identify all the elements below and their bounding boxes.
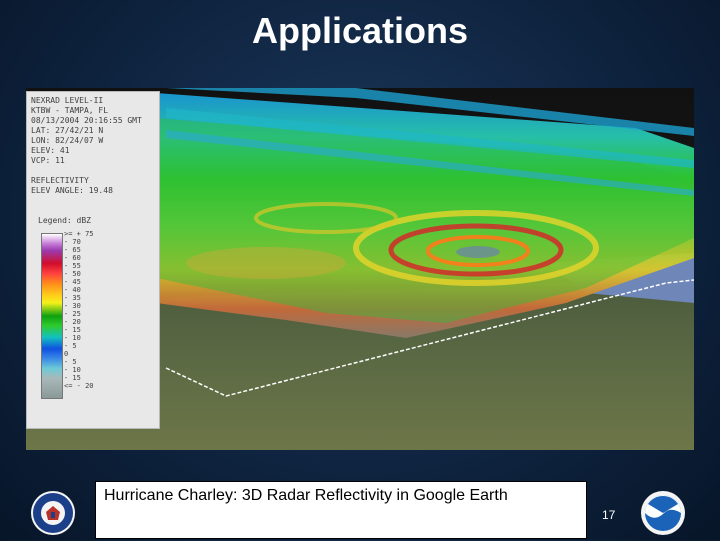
- meta-line: REFLECTIVITY: [31, 176, 89, 185]
- radar-3d-view: NEXRAD LEVEL-II KTBW - TAMPA, FL 08/13/2…: [26, 88, 694, 450]
- legend-tick: - 10: [64, 334, 81, 342]
- meta-line: ELEV: 41: [31, 146, 70, 155]
- legend-tick: - 60: [64, 254, 81, 262]
- meta-line: KTBW - TAMPA, FL: [31, 106, 109, 115]
- legend-tick: - 30: [64, 302, 81, 310]
- legend-tick: - 35: [64, 294, 81, 302]
- meta-line: [31, 166, 142, 176]
- legend-tick: - 40: [64, 286, 81, 294]
- meta-line: ELEV ANGLE: 19.48: [31, 186, 113, 195]
- legend-tick: - 25: [64, 310, 81, 318]
- legend-tick: - 45: [64, 278, 81, 286]
- legend-tick: - 70: [64, 238, 81, 246]
- legend-tick: - 15: [64, 374, 81, 382]
- meta-line: NEXRAD LEVEL-II: [31, 96, 104, 105]
- reflectivity-legend-panel: NEXRAD LEVEL-II KTBW - TAMPA, FL 08/13/2…: [26, 91, 160, 429]
- slide-number: 17: [602, 508, 616, 522]
- meta-line: VCP: 11: [31, 156, 65, 165]
- meta-line: LAT: 27/42/21 N: [31, 126, 104, 135]
- legend-tick: - 15: [64, 326, 81, 334]
- legend-tick: - 50: [64, 270, 81, 278]
- radar-metadata: NEXRAD LEVEL-II KTBW - TAMPA, FL 08/13/2…: [31, 96, 142, 196]
- commerce-seal-logo: [30, 490, 76, 536]
- legend-tick: - 55: [64, 262, 81, 270]
- legend-tick: - 5: [64, 342, 77, 350]
- legend-tick-list: >= + 75 - 70 - 65 - 60 - 55 - 50 - 45 - …: [64, 230, 94, 390]
- legend-tick: - 5: [64, 358, 77, 366]
- meta-line: LON: 82/24/07 W: [31, 136, 104, 145]
- caption-box: Hurricane Charley: 3D Radar Reflectivity…: [95, 481, 587, 539]
- reflectivity-color-bar: [41, 233, 63, 399]
- legend-tick: - 65: [64, 246, 81, 254]
- legend-tick: <= - 20: [64, 382, 94, 390]
- slide-title: Applications: [251, 10, 469, 51]
- legend-tick: >= + 75: [64, 230, 94, 238]
- noaa-logo: [640, 490, 686, 536]
- legend-label: Legend: dBZ: [38, 216, 91, 225]
- legend-tick: - 20: [64, 318, 81, 326]
- slide-caption: Hurricane Charley: 3D Radar Reflectivity…: [104, 487, 508, 504]
- meta-line: 08/13/2004 20:16:55 GMT: [31, 116, 142, 125]
- legend-tick: - 10: [64, 366, 81, 374]
- legend-tick: 0: [64, 350, 69, 358]
